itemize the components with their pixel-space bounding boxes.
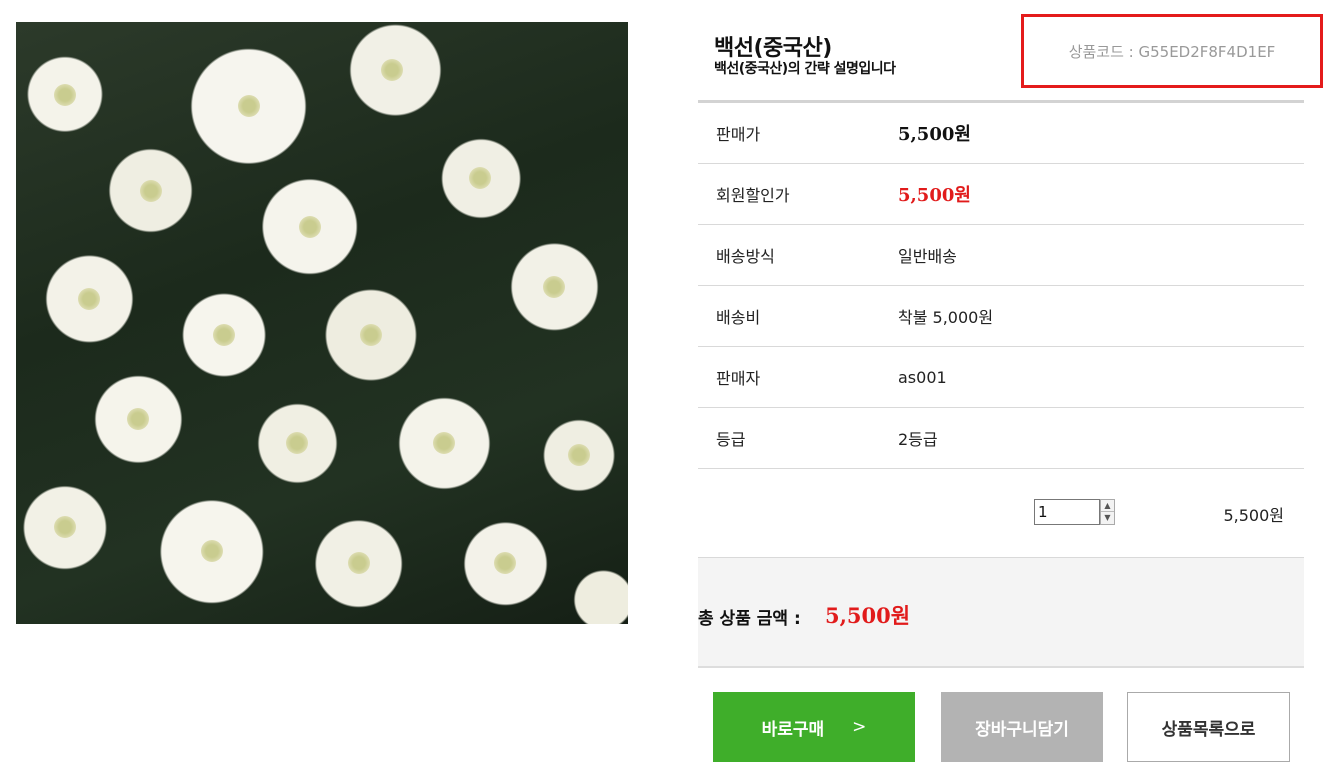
info-row-grade: 등급 2등급 (698, 408, 1304, 469)
sale-price-value: 5,500원 (898, 124, 971, 145)
delivery-fee-value: 착불 5,000원 (898, 308, 994, 327)
add-to-cart-button[interactable]: 장바구니담기 (941, 692, 1103, 762)
buy-now-button[interactable]: 바로구매 > (713, 692, 915, 762)
flower-center (286, 432, 308, 454)
flower-center (213, 324, 235, 346)
quantity-input[interactable] (1034, 499, 1100, 525)
flower-center (140, 180, 162, 202)
flower-center (348, 552, 370, 574)
product-code-box: 상품코드 : G55ED2F8F4D1EF (1021, 14, 1323, 88)
product-code: 상품코드 : G55ED2F8F4D1EF (1068, 42, 1276, 61)
info-label: 배송비 (716, 308, 761, 327)
flower-center (54, 516, 76, 538)
total-value: 5,500원 (825, 603, 911, 628)
info-label: 판매자 (716, 369, 761, 388)
line-total: 5,500원 (1223, 506, 1284, 525)
info-label: 등급 (716, 430, 746, 449)
info-row-sale-price: 판매가 5,500원 (698, 103, 1304, 164)
info-row-delivery-method: 배송방식 일반배송 (698, 225, 1304, 286)
delivery-method-value: 일반배송 (898, 247, 957, 266)
flower-center (494, 552, 516, 574)
spinner-up-icon[interactable]: ▲ (1101, 500, 1114, 512)
product-list-label: 상품목록으로 (1161, 719, 1256, 740)
info-row-seller: 판매자 as001 (698, 347, 1304, 408)
flower-center (433, 432, 455, 454)
total-label: 총 상품 금액 : (698, 609, 801, 629)
quantity-spinner[interactable]: ▲ ▼ (1100, 499, 1115, 525)
total-box: 총 상품 금액 : 5,500원 (698, 558, 1304, 668)
chevron-right-icon: > (852, 717, 867, 737)
product-info-table: 판매가 5,500원 회원할인가 5,500원 배송방식 일반배송 배송비 착불… (698, 100, 1304, 469)
add-to-cart-label: 장바구니담기 (975, 719, 1069, 740)
flower-center (299, 216, 321, 238)
info-label: 판매가 (716, 125, 761, 144)
flower-center (543, 276, 565, 298)
flower-center (78, 288, 100, 310)
spinner-down-icon[interactable]: ▼ (1101, 512, 1114, 524)
info-row-delivery-fee: 배송비 착불 5,000원 (698, 286, 1304, 347)
flower-center (469, 167, 491, 189)
info-row-member-price: 회원할인가 5,500원 (698, 164, 1304, 225)
flower-center (54, 84, 76, 106)
buy-now-label: 바로구매 (761, 719, 825, 740)
flower-center (360, 324, 382, 346)
info-label: 배송방식 (716, 247, 775, 266)
member-price-value: 5,500원 (898, 185, 971, 206)
grade-value: 2등급 (898, 430, 938, 449)
seller-value: as001 (898, 367, 947, 387)
flower-center (127, 408, 149, 430)
flower-center (568, 444, 590, 466)
flower-center (381, 59, 403, 81)
info-label: 회원할인가 (716, 186, 790, 205)
quantity-row: ▲ ▼ 5,500원 (698, 470, 1304, 558)
product-description: 백선(중국산)의 간략 설명입니다 (714, 61, 896, 77)
product-list-button[interactable]: 상품목록으로 (1127, 692, 1290, 762)
product-image (16, 22, 628, 624)
flower-center (238, 95, 260, 117)
flower-center (201, 540, 223, 562)
